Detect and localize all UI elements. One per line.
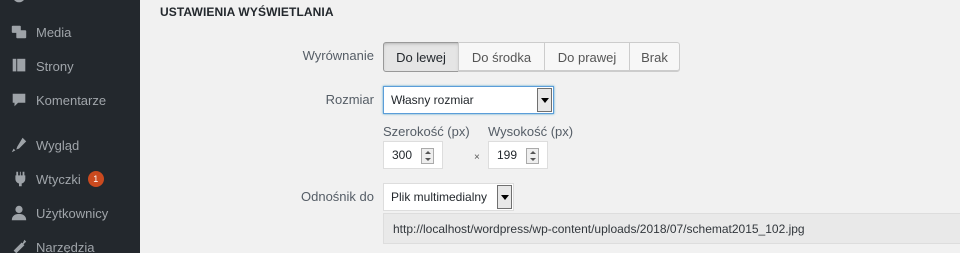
comments-icon (9, 90, 29, 110)
sidebar-item-label: Komentarze (36, 92, 107, 108)
dashboard-icon (9, 0, 29, 6)
admin-sidebar: Media Strony Komentarze Wygląd Wtyczki 1… (0, 0, 140, 253)
sidebar-item-appearance[interactable]: Wygląd (0, 128, 140, 162)
link-to-select-value: Plik multimedialny (391, 190, 488, 204)
plugins-icon (9, 169, 29, 189)
link-url-field[interactable]: http://localhost/wordpress/wp-content/up… (383, 213, 960, 244)
height-label: Wysokość (px) (488, 124, 574, 139)
users-icon (9, 203, 29, 223)
width-label: Szerokość (px) (383, 124, 470, 139)
appearance-icon (9, 135, 29, 155)
sidebar-item-pages[interactable]: Strony (0, 49, 140, 83)
sidebar-item-plugins[interactable]: Wtyczki 1 (0, 162, 140, 196)
size-select[interactable]: Własny rozmiar (383, 86, 554, 114)
size-select-value: Własny rozmiar (391, 93, 474, 107)
chevron-down-icon (497, 185, 512, 209)
height-input[interactable]: 199 (488, 141, 548, 169)
pages-icon (9, 56, 29, 76)
height-value: 199 (497, 148, 518, 162)
tools-icon (9, 237, 29, 253)
sidebar-item-comments[interactable]: Komentarze (0, 83, 140, 117)
chevron-down-icon (537, 88, 552, 112)
alignment-label: Wyrównanie (302, 48, 374, 63)
link-to-label: Odnośnik do (301, 189, 374, 204)
display-settings-panel: USTAWIENIA WYŚWIETLANIA Wyrównanie Do le… (140, 0, 960, 253)
sidebar-item-media[interactable]: Media (0, 15, 140, 49)
link-to-select[interactable]: Plik multimedialny (383, 183, 514, 211)
sidebar-item-label: Narzędzia (36, 239, 95, 253)
align-none-button[interactable]: Brak (629, 42, 680, 72)
size-separator: × (474, 152, 480, 163)
sidebar-item-label: Wtyczki (36, 171, 81, 187)
align-left-button[interactable]: Do lewej (383, 42, 459, 72)
sidebar-item-label: Media (36, 24, 72, 40)
width-stepper[interactable] (421, 148, 434, 164)
align-center-button[interactable]: Do środka (458, 42, 545, 72)
alignment-button-group: Do lewej Do środka Do prawej Brak (383, 42, 680, 72)
sidebar-item-partial[interactable] (0, 0, 140, 6)
sidebar-item-tools[interactable]: Narzędzia (0, 230, 140, 253)
height-stepper[interactable] (526, 148, 539, 164)
sidebar-item-label: Użytkownicy (36, 205, 109, 221)
width-value: 300 (392, 148, 413, 162)
sidebar-item-users[interactable]: Użytkownicy (0, 196, 140, 230)
sidebar-item-label: Wygląd (36, 137, 80, 153)
sidebar-item-label: Strony (36, 58, 74, 74)
update-count-badge: 1 (87, 171, 104, 187)
section-title: USTAWIENIA WYŚWIETLANIA (160, 5, 334, 19)
width-input[interactable]: 300 (383, 141, 443, 169)
media-icon (9, 22, 29, 42)
align-right-button[interactable]: Do prawej (544, 42, 630, 72)
size-label: Rozmiar (325, 92, 374, 107)
